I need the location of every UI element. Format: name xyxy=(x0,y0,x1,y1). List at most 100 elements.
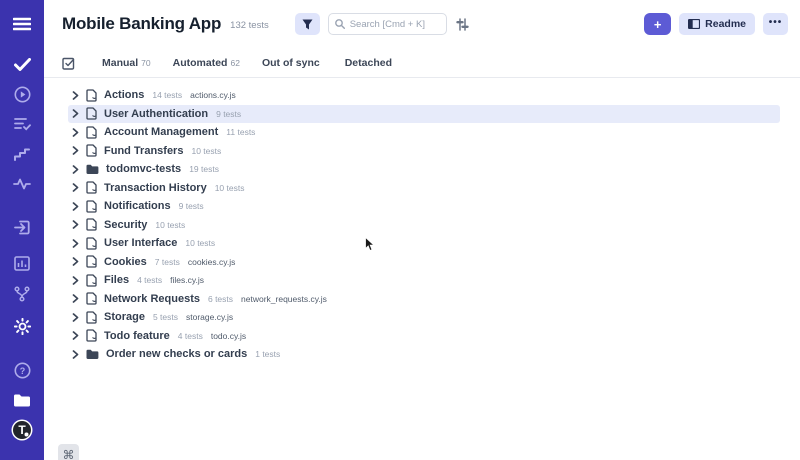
gear-icon[interactable] xyxy=(0,315,44,337)
chevron-right-icon[interactable] xyxy=(72,239,79,248)
test-count: 5 tests xyxy=(153,312,178,322)
more-button[interactable]: ••• xyxy=(763,13,788,35)
list-item[interactable]: Files 4 tests files.cy.js xyxy=(68,271,780,290)
steps-icon[interactable] xyxy=(0,143,44,165)
tabs-bar: Manual 70 Automated 62 Out of sync Detac… xyxy=(44,48,800,78)
file-icon xyxy=(86,218,97,231)
chevron-right-icon[interactable] xyxy=(72,183,79,192)
test-group-name: User Interface xyxy=(104,237,177,249)
filter-funnel-icon xyxy=(302,19,313,30)
tab-out-of-sync[interactable]: Out of sync xyxy=(262,57,323,69)
file-icon xyxy=(86,329,97,342)
app-logo[interactable]: T xyxy=(0,418,44,442)
list-item[interactable]: Order new checks or cards 1 tests xyxy=(68,345,780,364)
list-item[interactable]: Notifications 9 tests xyxy=(68,197,780,216)
file-icon xyxy=(86,200,97,213)
tab-label: Automated xyxy=(173,57,228,69)
tab-detached[interactable]: Detached xyxy=(345,57,395,69)
tab-manual[interactable]: Manual 70 xyxy=(102,57,151,69)
list-item[interactable]: Cookies 7 tests cookies.cy.js xyxy=(68,253,780,272)
chevron-right-icon[interactable] xyxy=(72,331,79,340)
spec-file-name: cookies.cy.js xyxy=(188,257,236,267)
adjustments-icon[interactable] xyxy=(456,18,469,31)
file-icon xyxy=(86,126,97,139)
test-group-name: Storage xyxy=(104,311,145,323)
tests-count: 132 tests xyxy=(230,20,269,31)
list-item[interactable]: Storage 5 tests storage.cy.js xyxy=(68,308,780,327)
list-item[interactable]: todomvc-tests 19 tests xyxy=(68,160,780,179)
file-icon xyxy=(86,274,97,287)
test-count: 9 tests xyxy=(216,109,241,119)
command-key-badge[interactable]: ⌘ xyxy=(58,444,79,460)
test-count: 19 tests xyxy=(189,164,219,174)
test-group-name: Account Management xyxy=(104,126,218,138)
chevron-right-icon[interactable] xyxy=(72,91,79,100)
search-box[interactable] xyxy=(328,13,447,35)
test-group-name: Fund Transfers xyxy=(104,145,183,157)
chevron-right-icon[interactable] xyxy=(72,109,79,118)
select-tests-icon[interactable] xyxy=(62,56,76,70)
tab-automated[interactable]: Automated 62 xyxy=(173,57,240,69)
search-input[interactable] xyxy=(350,19,440,30)
test-count: 7 tests xyxy=(155,257,180,267)
test-count: 10 tests xyxy=(155,220,185,230)
file-icon xyxy=(86,89,97,102)
file-icon xyxy=(86,107,97,120)
list-item[interactable]: User Interface 10 tests xyxy=(68,234,780,253)
list-item[interactable]: Todo feature 4 tests todo.cy.js xyxy=(68,327,780,346)
chevron-right-icon[interactable] xyxy=(72,146,79,155)
chevron-right-icon[interactable] xyxy=(72,128,79,137)
help-icon[interactable]: ? xyxy=(0,359,44,381)
file-icon xyxy=(86,255,97,268)
chevron-right-icon[interactable] xyxy=(72,220,79,229)
chevron-right-icon[interactable] xyxy=(72,165,79,174)
list-item[interactable]: Network Requests 6 tests network_request… xyxy=(68,290,780,309)
chevron-right-icon[interactable] xyxy=(72,202,79,211)
check-icon[interactable] xyxy=(0,53,44,75)
book-icon xyxy=(688,19,700,29)
list-check-icon[interactable] xyxy=(0,113,44,135)
file-icon xyxy=(86,237,97,250)
add-button[interactable]: + xyxy=(644,13,671,35)
folder-icon xyxy=(86,349,99,360)
chevron-right-icon[interactable] xyxy=(72,257,79,266)
test-group-name: Actions xyxy=(104,89,144,101)
list-item[interactable]: Transaction History 10 tests xyxy=(68,179,780,198)
folder-icon[interactable] xyxy=(0,389,44,411)
git-branch-icon[interactable] xyxy=(0,283,44,305)
exit-arrow-icon[interactable] xyxy=(0,216,44,238)
file-icon xyxy=(86,292,97,305)
spec-file-name: todo.cy.js xyxy=(211,331,246,341)
list-item[interactable]: Fund Transfers 10 tests xyxy=(68,142,780,161)
header: Mobile Banking App 132 tests + Readme ••… xyxy=(44,0,800,48)
file-icon xyxy=(86,144,97,157)
chevron-right-icon[interactable] xyxy=(72,294,79,303)
test-group-name: Notifications xyxy=(104,200,171,212)
pulse-icon[interactable] xyxy=(0,173,44,195)
chevron-right-icon[interactable] xyxy=(72,276,79,285)
list-item[interactable]: Actions 14 tests actions.cy.js xyxy=(68,86,780,105)
readme-button[interactable]: Readme xyxy=(679,13,755,35)
chevron-right-icon[interactable] xyxy=(72,350,79,359)
list-item[interactable]: Account Management 11 tests xyxy=(68,123,780,142)
chevron-right-icon[interactable] xyxy=(72,313,79,322)
search-icon xyxy=(335,19,345,29)
test-count: 6 tests xyxy=(208,294,233,304)
bar-chart-icon[interactable] xyxy=(0,252,44,274)
list-item[interactable]: User Authentication 9 tests xyxy=(68,105,780,124)
filter-button[interactable] xyxy=(295,13,320,35)
test-group-name: Transaction History xyxy=(104,182,207,194)
tab-label: Manual xyxy=(102,57,138,69)
test-group-name: Network Requests xyxy=(104,293,200,305)
test-group-name: Security xyxy=(104,219,147,231)
play-circle-icon[interactable] xyxy=(0,83,44,105)
test-count: 11 tests xyxy=(226,127,255,137)
folder-icon xyxy=(86,164,99,175)
sidebar: ? T xyxy=(0,0,44,460)
spec-file-name: files.cy.js xyxy=(170,275,204,285)
menu-icon[interactable] xyxy=(0,13,44,35)
svg-text:?: ? xyxy=(19,366,25,376)
tab-label: Out of sync xyxy=(262,57,320,69)
list-item[interactable]: Security 10 tests xyxy=(68,216,780,235)
readme-label: Readme xyxy=(705,18,746,30)
